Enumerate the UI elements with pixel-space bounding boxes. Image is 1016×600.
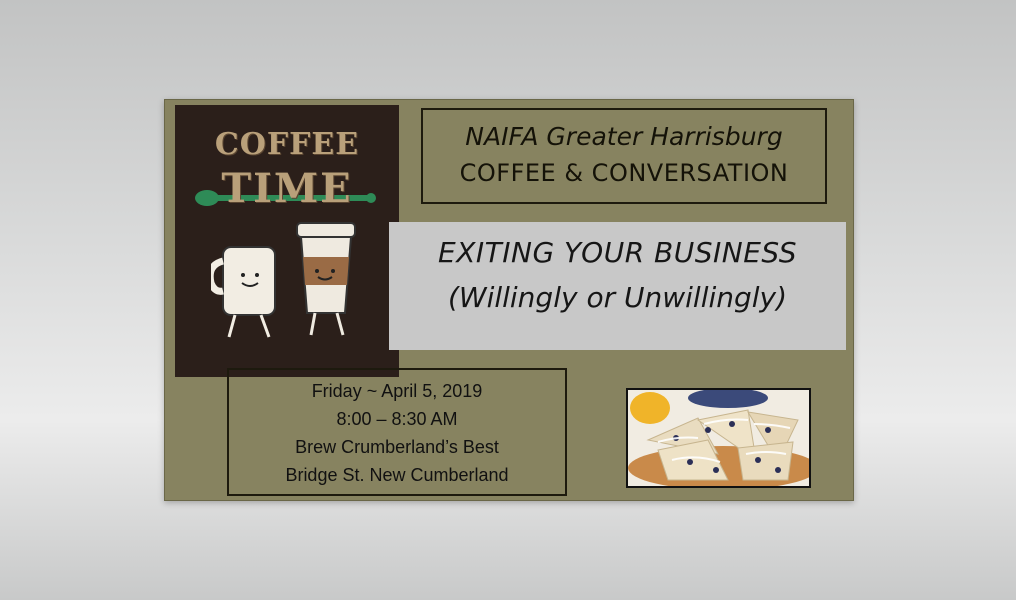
topic-banner: EXITING YOUR BUSINESS (Willingly or Unwi… xyxy=(389,222,846,350)
to-go-cup-icon xyxy=(296,222,356,336)
flyer-slide: COFFEE TIME NAIFA Greater Harrisburg COF… xyxy=(164,99,854,501)
coffee-mug-icon xyxy=(211,246,276,338)
event-venue: Brew Crumberland’s Best xyxy=(295,437,499,457)
blueberry-scones-image xyxy=(628,390,809,486)
event-date: Friday ~ April 5, 2019 xyxy=(311,381,483,401)
topic-title: EXITING YOUR BUSINESS xyxy=(438,236,797,269)
event-time: 8:00 – 8:30 AM xyxy=(336,409,458,429)
event-details-box: Friday ~ April 5, 2019 8:00 – 8:30 AM Br… xyxy=(227,368,567,496)
scones-photo xyxy=(626,388,811,488)
event-title-box: NAIFA Greater Harrisburg COFFEE & CONVER… xyxy=(421,108,827,204)
topic-subtitle: (Willingly or Unwillingly) xyxy=(447,281,788,314)
coffee-time-logo: COFFEE TIME xyxy=(175,105,399,377)
organization-name: NAIFA Greater Harrisburg xyxy=(465,122,783,151)
logo-word-time: TIME xyxy=(221,165,353,212)
coffee-cups-illustration xyxy=(211,222,356,338)
event-name: COFFEE & CONVERSATION xyxy=(459,159,789,187)
logo-word-coffee: COFFEE xyxy=(214,127,360,162)
event-address: Bridge St. New Cumberland xyxy=(285,465,509,485)
